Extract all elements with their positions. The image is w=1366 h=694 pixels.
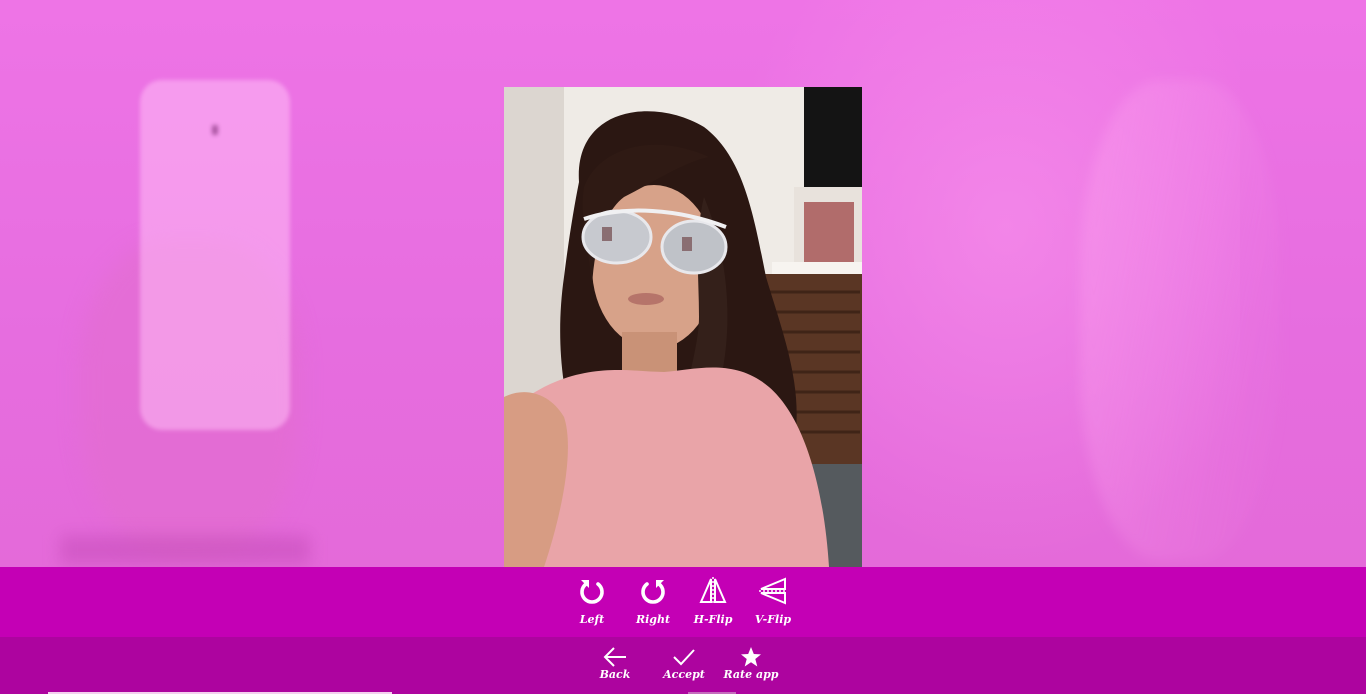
back-button[interactable]: Back [587, 646, 643, 681]
vertical-flip-icon [759, 577, 787, 605]
vertical-flip-label: V-Flip [754, 613, 792, 626]
background-hair-strands [1080, 80, 1280, 560]
selfie-photo [504, 87, 862, 567]
edit-toolbar: Left Right H-Flip V-Flip [0, 567, 1366, 637]
accept-label: Accept [663, 668, 705, 681]
rotate-right-label: Right [635, 613, 671, 626]
rotate-left-label: Left [579, 613, 605, 626]
arrow-left-icon [603, 647, 626, 667]
horizontal-flip-icon [699, 577, 727, 605]
vertical-flip-button[interactable]: V-Flip [745, 577, 801, 626]
horizontal-flip-button[interactable]: H-Flip [685, 577, 741, 626]
back-label: Back [599, 668, 631, 681]
rotate-right-icon [641, 580, 665, 604]
rotate-left-button[interactable]: Left [564, 577, 620, 626]
rotate-right-button[interactable]: Right [625, 577, 681, 626]
rate-app-button[interactable]: Rate app [723, 646, 779, 681]
photo-preview [504, 87, 862, 567]
rate-app-label: Rate app [723, 668, 779, 681]
background-phone [140, 80, 290, 430]
nav-toolbar: Back Accept Rate app [0, 637, 1366, 694]
horizontal-flip-label: H-Flip [693, 613, 733, 626]
accept-button[interactable]: Accept [656, 646, 712, 681]
checkmark-icon [673, 649, 695, 666]
rotate-left-icon [580, 580, 604, 604]
star-icon [741, 647, 761, 667]
